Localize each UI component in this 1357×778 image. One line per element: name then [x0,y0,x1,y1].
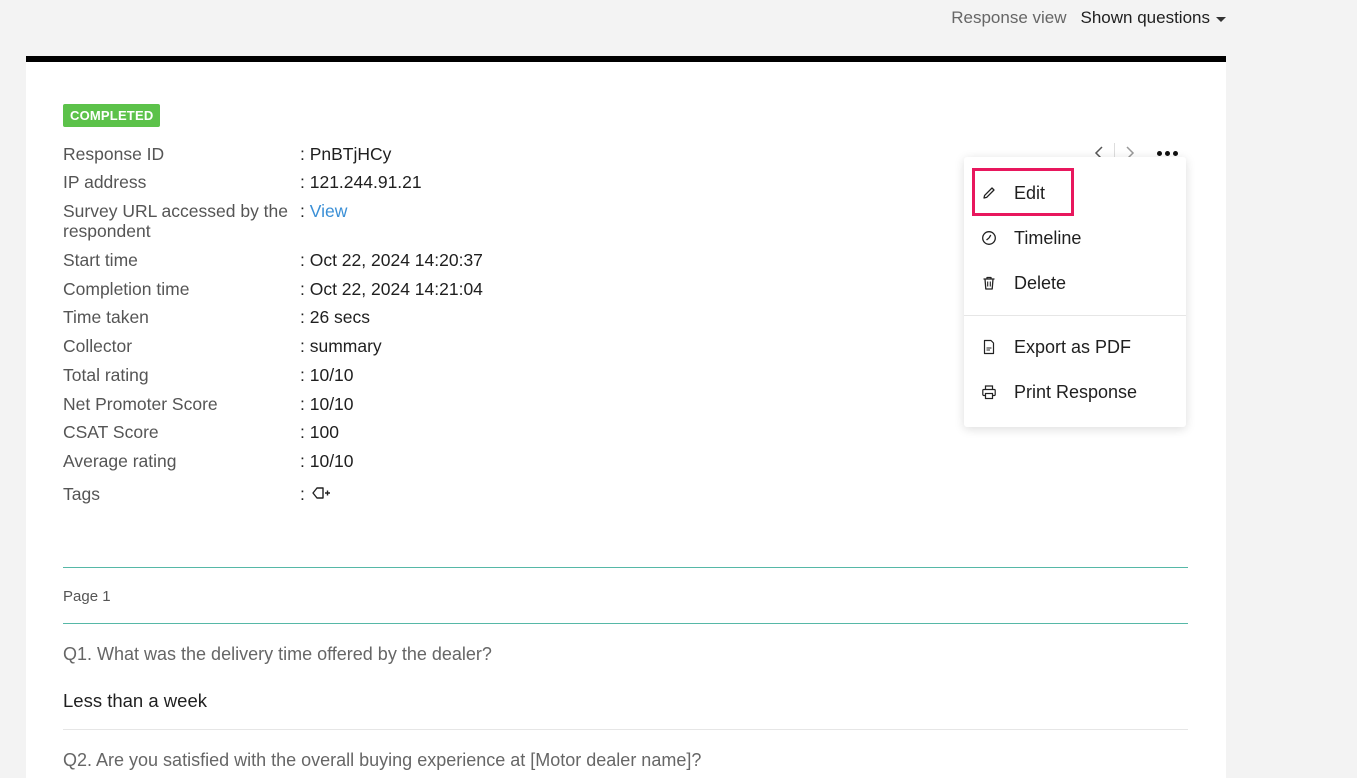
meta-key: Total rating [63,365,149,385]
menu-item-label: Edit [1014,182,1046,203]
meta-value-wrap: : [300,484,331,505]
meta-row-average-rating: Average rating : 10/10 [63,451,354,471]
meta-value: : [300,484,305,504]
meta-key: Tags [63,484,100,504]
menu-item-label: Timeline [1014,227,1082,248]
meta-value: : 26 secs [300,307,371,327]
printer-icon [980,383,998,401]
menu-item-label: Delete [1014,272,1067,293]
meta-key: CSAT Score [63,422,159,442]
status-badge: COMPLETED [63,104,161,127]
meta-row-response-id: Response ID : PnBTjHCy [63,144,391,164]
meta-row-nps: Net Promoter Score : 10/10 [63,394,354,414]
meta-key: Completion time [63,279,190,299]
answer-1: Less than a week [63,690,207,711]
menu-item-print[interactable]: Print Response [964,370,1186,414]
question-1: Q1. What was the delivery time offered b… [63,644,492,664]
meta-row-collector: Collector : summary [63,336,382,356]
menu-item-export-pdf[interactable]: Export as PDF [964,325,1186,369]
add-tag-icon[interactable] [311,485,331,505]
menu-item-delete[interactable]: Delete [964,261,1186,305]
dot-icon [1156,150,1162,156]
page-label: Page 1 [63,588,111,605]
shown-questions-label: Shown questions [1080,8,1210,27]
meta-row-survey-url: Survey URL accessed by the respondent : … [63,201,347,241]
meta-key: Survey URL accessed by the respondent [63,201,289,241]
meta-value: : 10/10 [300,394,354,414]
meta-value: : 100 [300,422,339,442]
meta-row-completion-time: Completion time : Oct 22, 2024 14:21:04 [63,279,483,299]
dot-icon [1164,150,1170,156]
meta-value-wrap: : View [300,201,347,241]
menu-item-label: Export as PDF [1014,336,1132,357]
clock-icon [980,229,998,247]
pdf-file-icon [980,338,998,356]
meta-key: Net Promoter Score [63,394,218,414]
meta-value: : Oct 22, 2024 14:20:37 [300,250,483,270]
meta-row-time-taken: Time taken : 26 secs [63,307,370,327]
meta-key: Collector [63,336,133,356]
divider-line [63,729,1188,730]
response-view-label[interactable]: Response view [951,8,1066,28]
meta-value: : [300,201,305,221]
meta-key: Response ID [63,144,165,164]
meta-key: Start time [63,250,138,270]
meta-row-ip-address: IP address : 121.244.91.21 [63,172,422,192]
menu-item-label: Print Response [1014,381,1138,402]
meta-key: Average rating [63,451,177,471]
divider-line [63,567,1188,568]
menu-item-timeline[interactable]: Timeline [964,216,1186,260]
view-url-link[interactable]: View [310,201,348,221]
menu-divider [964,315,1186,316]
question-2: Q2. Are you satisfied with the overall b… [63,750,702,770]
menu-item-edit[interactable]: Edit [964,171,1186,215]
meta-row-start-time: Start time : Oct 22, 2024 14:20:37 [63,250,483,270]
dot-icon [1172,150,1178,156]
top-bar: Response view Shown questions [0,0,1226,36]
trash-icon [980,274,998,292]
more-options-menu: Edit Timeline Delete Export as PDF Print… [964,157,1186,427]
meta-key: Time taken [63,307,149,327]
meta-value: : 10/10 [300,365,354,385]
meta-value: : summary [300,336,382,356]
meta-row-csat: CSAT Score : 100 [63,422,339,442]
meta-value: : 121.244.91.21 [300,172,422,192]
meta-value: : Oct 22, 2024 14:21:04 [300,279,483,299]
divider-line [63,623,1188,624]
shown-questions-dropdown[interactable]: Shown questions [1081,8,1226,28]
pencil-icon [980,184,998,202]
meta-row-tags: Tags : [63,484,331,505]
meta-key: IP address [63,172,147,192]
meta-value: : 10/10 [300,451,354,471]
meta-value: : PnBTjHCy [300,144,392,164]
caret-down-icon [1216,16,1226,22]
meta-row-total-rating: Total rating : 10/10 [63,365,354,385]
